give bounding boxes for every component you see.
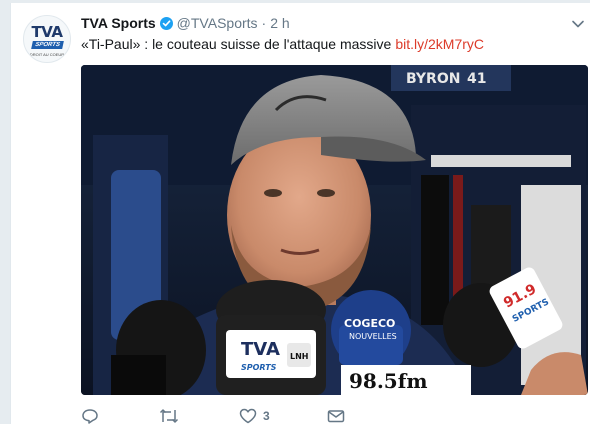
mic-lnh-badge: LNH xyxy=(290,352,309,361)
heart-icon xyxy=(239,408,257,423)
mic-cogeco-brand: COGECO xyxy=(344,317,395,330)
reply-button[interactable] xyxy=(81,408,159,424)
envelope-icon xyxy=(327,409,345,422)
verified-icon xyxy=(159,16,173,30)
more-options-button[interactable] xyxy=(570,17,586,31)
top-divider xyxy=(10,0,590,3)
tweet-media-image[interactable]: BYRON 41 TVA SPORTS LNH COGECO NOUVELLES… xyxy=(81,65,588,395)
handle[interactable]: @TVASports xyxy=(177,15,258,31)
like-button[interactable]: 3 xyxy=(239,408,327,424)
locker-nameplate: BYRON xyxy=(406,71,460,87)
mic-cogeco-sub: NOUVELLES xyxy=(349,332,397,341)
avatar-logo-subtext: SPORTS xyxy=(31,41,64,49)
tweet-text: «Ti-Paul» : le couteau suisse de l'attaq… xyxy=(81,36,484,52)
tweet-link[interactable]: bit.ly/2kM7ryC xyxy=(395,36,484,52)
mic-radio-freq: 98.5fm xyxy=(349,369,427,393)
locker-number: 41 xyxy=(467,71,486,87)
tweet-body: «Ti-Paul» : le couteau suisse de l'attaq… xyxy=(81,36,392,52)
like-count: 3 xyxy=(263,408,270,423)
retweet-icon xyxy=(159,408,179,423)
press-interview-photo: BYRON 41 TVA SPORTS LNH COGECO NOUVELLES… xyxy=(81,65,588,395)
avatar-tagline: DROIT AU COEUR xyxy=(29,52,65,57)
tweet-header: TVA Sports @TVASports · 2 h xyxy=(81,14,290,32)
separator: · xyxy=(261,15,267,31)
chevron-down-icon xyxy=(572,20,584,28)
page: TVA SPORTS DROIT AU COEUR TVA Sports @TV… xyxy=(0,0,590,424)
timestamp[interactable]: 2 h xyxy=(270,15,289,31)
display-name[interactable]: TVA Sports xyxy=(81,15,156,31)
direct-message-button[interactable] xyxy=(327,408,357,424)
avatar-logo-text: TVA xyxy=(31,23,63,41)
retweet-button[interactable] xyxy=(159,408,239,424)
avatar[interactable]: TVA SPORTS DROIT AU COEUR xyxy=(23,15,71,63)
tweet-actions: 3 xyxy=(81,407,357,424)
reply-icon xyxy=(82,408,98,424)
mic-tva-brand: TVA xyxy=(241,339,280,360)
mic-tva-sub: SPORTS xyxy=(241,363,277,372)
